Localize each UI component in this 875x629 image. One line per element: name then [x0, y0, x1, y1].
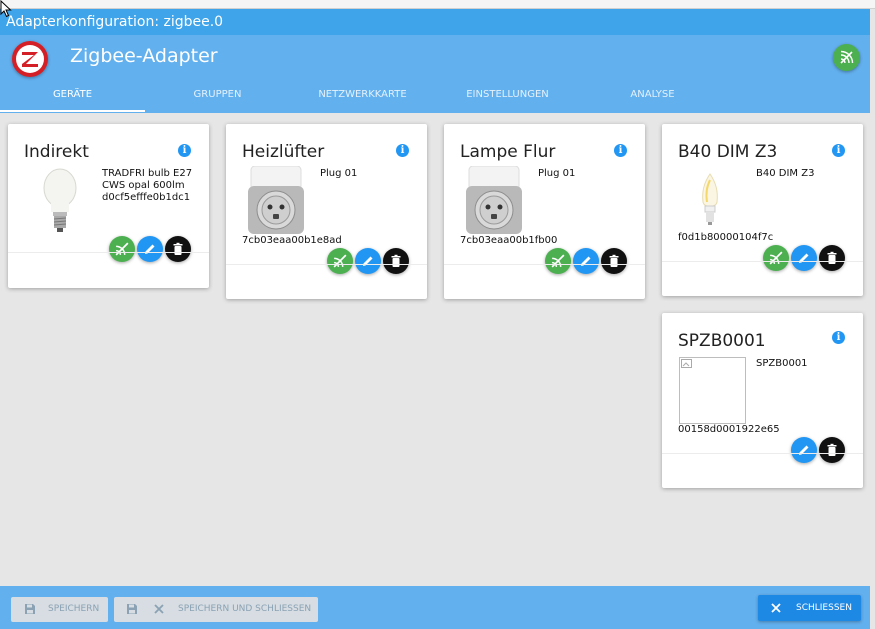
- edit-device-button[interactable]: [573, 248, 599, 274]
- save-and-close-label: SPEICHERN UND SCHLIESSEN: [178, 604, 312, 614]
- card-divider: [662, 261, 863, 262]
- delete-device-button[interactable]: [383, 248, 409, 274]
- device-ieee: d0cf5efffe0b1dc1: [102, 192, 191, 203]
- tab-label: GRUPPEN: [193, 89, 242, 100]
- zigbee-pair-icon: [333, 254, 347, 268]
- device-card: Heizlüfter i Plug 01 7cb03eaa00b1e8ad: [226, 124, 427, 299]
- save-label: SPEICHERN: [48, 604, 100, 614]
- device-card: SPZB0001 i SPZB0001 00158d0001922e65: [662, 313, 863, 488]
- card-divider: [8, 252, 209, 253]
- tab-netzwerkkarte[interactable]: NETZWERKKARTE: [290, 88, 435, 112]
- broken-image-icon: [679, 357, 746, 424]
- top-strip: [0, 0, 875, 9]
- card-divider: [226, 264, 427, 265]
- zigbee-pair-icon: [115, 242, 129, 256]
- device-name: Indirekt: [24, 142, 89, 162]
- edit-device-button[interactable]: [791, 437, 817, 463]
- device-model: Plug 01: [538, 168, 576, 179]
- edit-device-button[interactable]: [791, 245, 817, 271]
- zigbee-pair-icon: [840, 50, 854, 64]
- app-title: Zigbee-Adapter: [70, 45, 218, 67]
- tab-einstellungen[interactable]: EINSTELLUNGEN: [435, 88, 580, 112]
- trash-icon: [827, 443, 837, 456]
- card-divider: [662, 453, 863, 454]
- save-button[interactable]: SPEICHERN: [11, 597, 108, 622]
- mouse-cursor-icon: [0, 0, 12, 18]
- edit-device-button[interactable]: [355, 248, 381, 274]
- zigbee-pair-icon: [551, 254, 565, 268]
- delete-device-button[interactable]: [601, 248, 627, 274]
- device-ieee: 00158d0001922e65: [678, 424, 780, 435]
- device-model: TRADFRI bulb E27 CWS opal 600lm: [102, 168, 192, 192]
- pencil-icon: [799, 445, 809, 455]
- pencil-icon: [363, 256, 373, 266]
- tab-label: ANALYSE: [630, 89, 675, 100]
- device-model: Plug 01: [320, 168, 358, 179]
- floppy-disk-icon: [127, 604, 137, 614]
- close-button[interactable]: SCHLIESSEN: [758, 595, 861, 621]
- pencil-icon: [581, 256, 591, 266]
- tab-label: GERÄTE: [52, 89, 93, 100]
- trash-icon: [827, 251, 837, 264]
- device-name: Heizlüfter: [242, 142, 325, 162]
- tab-geraete[interactable]: GERÄTE: [0, 88, 145, 112]
- tab-label: EINSTELLUNGEN: [466, 89, 549, 100]
- info-icon[interactable]: i: [832, 144, 845, 157]
- pair-device-button[interactable]: [327, 248, 353, 274]
- pair-device-button[interactable]: [763, 245, 789, 271]
- pair-device-button[interactable]: [545, 248, 571, 274]
- trash-icon: [173, 242, 183, 255]
- bulb-icon: [43, 168, 77, 232]
- close-icon: [771, 603, 781, 613]
- device-card: B40 DIM Z3 i B40 DIM Z3 f0d1b80000104f7c: [662, 124, 863, 296]
- pair-device-button[interactable]: [109, 236, 135, 262]
- zigbee-pair-icon: [769, 251, 783, 265]
- tab-label: NETZWERKKARTE: [318, 89, 407, 100]
- device-model: B40 DIM Z3: [756, 168, 815, 179]
- device-model-line: TRADFRI bulb E27: [102, 168, 193, 179]
- info-icon[interactable]: i: [178, 144, 191, 157]
- device-card: Indirekt i TRADFRI bulb E27 CWS opal 600…: [8, 124, 209, 288]
- device-model-line: CWS opal 600lm: [102, 180, 185, 191]
- tab-gruppen[interactable]: GRUPPEN: [145, 88, 290, 112]
- card-divider: [444, 264, 645, 265]
- device-model: SPZB0001: [756, 358, 808, 369]
- info-icon[interactable]: i: [832, 331, 845, 344]
- pencil-icon: [799, 253, 809, 263]
- device-ieee: 7cb03eaa00b1fb00: [460, 235, 558, 246]
- device-card: Lampe Flur i Plug 01 7cb03eaa00b1fb00: [444, 124, 645, 299]
- floppy-disk-icon: [25, 604, 35, 614]
- close-icon: [154, 604, 164, 614]
- device-name: Lampe Flur: [460, 142, 556, 162]
- plug-icon: [248, 166, 304, 234]
- save-and-close-button[interactable]: SPEICHERN UND SCHLIESSEN: [114, 597, 318, 622]
- plug-icon: [466, 166, 522, 234]
- device-ieee: f0d1b80000104f7c: [678, 232, 774, 243]
- pair-button[interactable]: [833, 44, 860, 71]
- close-label: SCHLIESSEN: [796, 603, 852, 613]
- zigbee-logo-icon: [12, 41, 48, 77]
- tab-active-indicator: [0, 110, 145, 112]
- tab-analyse[interactable]: ANALYSE: [580, 88, 725, 112]
- window-title: Adapterkonfiguration: zigbee.0: [0, 9, 870, 35]
- trash-icon: [609, 254, 619, 267]
- delete-device-button[interactable]: [165, 236, 191, 262]
- delete-device-button[interactable]: [819, 437, 845, 463]
- edit-device-button[interactable]: [137, 236, 163, 262]
- delete-device-button[interactable]: [819, 245, 845, 271]
- footer-bar: SPEICHERN SPEICHERN UND SCHLIESSEN SCHLI…: [0, 586, 870, 629]
- device-name: SPZB0001: [678, 331, 766, 351]
- app-header: Zigbee-Adapter GERÄTE GRUPPEN NETZWERKKA…: [0, 35, 870, 113]
- pencil-icon: [145, 244, 155, 254]
- trash-icon: [391, 254, 401, 267]
- candle-bulb-icon: [702, 173, 718, 225]
- info-icon[interactable]: i: [396, 144, 409, 157]
- info-icon[interactable]: i: [614, 144, 627, 157]
- device-ieee: 7cb03eaa00b1e8ad: [242, 235, 342, 246]
- device-name: B40 DIM Z3: [678, 142, 778, 162]
